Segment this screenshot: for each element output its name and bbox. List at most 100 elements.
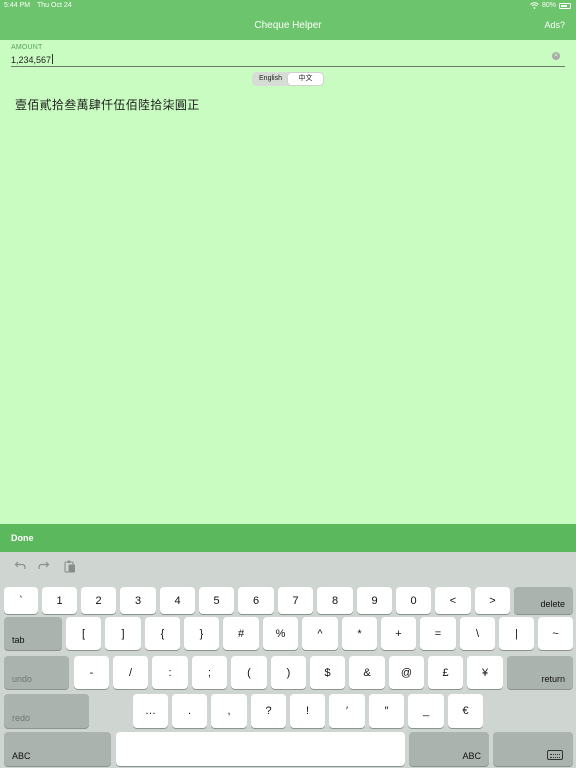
key[interactable]: ` <box>4 587 38 614</box>
segment-english[interactable]: English <box>253 73 288 85</box>
key[interactable]: 6 <box>238 587 274 614</box>
key-label: < <box>449 594 457 607</box>
abc-key-right[interactable]: ABC <box>409 732 489 766</box>
key[interactable]: € <box>448 694 483 728</box>
key-label: 3 <box>134 594 142 607</box>
key[interactable]: + <box>381 617 416 650</box>
battery-percent: 80% <box>541 2 556 9</box>
key[interactable]: 4 <box>160 587 195 614</box>
key-label: + <box>395 627 402 640</box>
key-label: 6 <box>252 594 260 607</box>
key[interactable]: ; <box>192 656 227 689</box>
key[interactable]: ″ <box>369 694 404 728</box>
key-label: { <box>160 627 165 640</box>
key-label: ~ <box>552 627 559 640</box>
key[interactable]: [ <box>66 617 101 650</box>
dismiss-keyboard-key[interactable] <box>493 732 573 766</box>
space-bar[interactable] <box>116 732 405 766</box>
key[interactable]: 5 <box>199 587 234 614</box>
key[interactable]: ~ <box>538 617 573 650</box>
key[interactable]: ¥ <box>467 656 503 689</box>
key-label: 7 <box>292 594 299 607</box>
key[interactable]: | <box>499 617 534 650</box>
key[interactable]: £ <box>428 656 463 689</box>
key[interactable]: $ <box>310 656 345 689</box>
key-label: 4 <box>174 594 181 607</box>
key[interactable]: 7 <box>278 587 313 614</box>
key[interactable]: - <box>74 656 109 689</box>
key-label: ABC <box>462 751 481 761</box>
redo-icon[interactable] <box>38 560 50 570</box>
key[interactable]: ^ <box>302 617 338 650</box>
key[interactable]: ( <box>231 656 267 689</box>
key-label: > <box>489 594 496 607</box>
key[interactable]: = <box>420 617 456 650</box>
return-key[interactable]: return <box>507 656 573 689</box>
key-label: _ <box>422 705 430 717</box>
key[interactable]: 9 <box>357 587 392 614</box>
page-title: Cheque Helper <box>254 20 322 31</box>
key-label: tab <box>12 635 25 645</box>
key[interactable]: { <box>145 617 180 650</box>
segment-chinese[interactable]: 中文 <box>288 73 323 85</box>
key-label: redo <box>12 713 31 723</box>
key-label: 8 <box>331 594 339 607</box>
abc-key-left[interactable]: ABC <box>4 732 111 766</box>
key[interactable]: \ <box>460 617 495 650</box>
key[interactable]: @ <box>389 656 424 689</box>
key[interactable]: > <box>475 587 510 614</box>
ads-button[interactable]: Ads? <box>544 20 565 30</box>
key[interactable]: ] <box>105 617 141 650</box>
key[interactable]: ! <box>290 694 325 728</box>
key-label: $ <box>324 666 331 679</box>
key[interactable]: _ <box>408 694 444 728</box>
status-bar: 5:44 PM Thu Oct 24 80% <box>0 0 576 12</box>
key-label: [ <box>81 627 86 640</box>
key-label: ! <box>305 705 310 717</box>
key[interactable]: # <box>223 617 259 650</box>
key-label: return <box>541 674 565 684</box>
undo-icon[interactable] <box>14 560 26 570</box>
battery-icon <box>559 2 571 9</box>
clear-icon[interactable]: ✕ <box>552 52 560 60</box>
key-label: - <box>89 666 94 679</box>
amount-input[interactable] <box>11 54 551 65</box>
key[interactable]: < <box>435 587 471 614</box>
key[interactable]: % <box>263 617 298 650</box>
key-label: ; <box>207 666 212 679</box>
key[interactable]: ′ <box>329 694 365 728</box>
key-label: ′ <box>345 705 349 717</box>
key[interactable]: } <box>184 617 219 650</box>
text-caret <box>52 54 53 64</box>
key[interactable]: 1 <box>42 587 77 614</box>
key-label: 1 <box>56 594 63 607</box>
undo-key[interactable]: undo <box>4 656 69 689</box>
paste-icon[interactable] <box>64 560 76 573</box>
key-label: ? <box>265 705 272 717</box>
key[interactable]: 3 <box>120 587 156 614</box>
key[interactable]: 0 <box>396 587 431 614</box>
key-label: & <box>363 666 371 679</box>
key[interactable]: : <box>152 656 188 689</box>
delete-key[interactable]: delete <box>514 587 573 614</box>
tab-key[interactable]: tab <box>4 617 62 650</box>
key[interactable]: * <box>342 617 377 650</box>
key[interactable]: & <box>349 656 385 689</box>
key[interactable]: … <box>133 694 168 728</box>
key[interactable]: . <box>172 694 207 728</box>
done-button[interactable]: Done <box>11 533 34 543</box>
key[interactable]: ? <box>251 694 286 728</box>
key[interactable]: 8 <box>317 587 353 614</box>
key-label: ¥ <box>481 666 489 679</box>
status-time: 5:44 PM <box>4 2 31 9</box>
key[interactable]: / <box>113 656 148 689</box>
key[interactable]: 2 <box>81 587 116 614</box>
key[interactable]: ) <box>271 656 306 689</box>
key-label: … <box>145 705 156 717</box>
key-label: ) <box>286 666 291 679</box>
key[interactable]: , <box>211 694 247 728</box>
nav-bar: Cheque Helper Ads? <box>0 12 576 40</box>
redo-key[interactable]: redo <box>4 694 89 728</box>
amount-underline <box>11 66 565 67</box>
key-label: * <box>357 627 362 640</box>
